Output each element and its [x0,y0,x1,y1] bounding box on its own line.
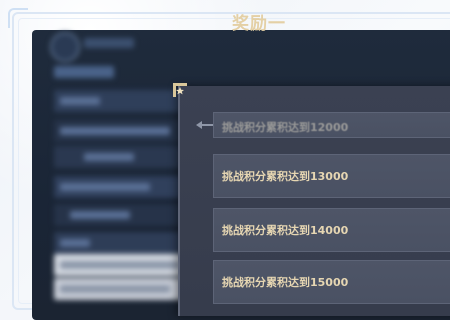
background-list-row [54,232,194,254]
reward-item-label: 挑战积分累积达到12000 [222,121,349,134]
game-emblem-icon [50,32,80,62]
modal-title: 奖励一 [232,14,286,34]
modal-edge [178,86,180,316]
frame-corner-ornament [8,8,28,28]
background-logo-text [84,38,134,48]
background-section-title [54,66,114,78]
background-list-row [54,120,194,142]
reward-item-label: 挑战积分累积达到15000 [222,276,349,289]
reward-item-label: 挑战积分累积达到14000 [222,224,349,237]
background-list-row [54,254,194,276]
reward-item[interactable]: 挑战积分累积达到12000 [213,112,450,138]
background-list-row [54,278,194,300]
background-list-row [54,176,194,198]
reward-item[interactable]: 挑战积分累积达到14000 [213,208,450,252]
background-list-row [54,146,194,168]
star-corner-icon [173,83,187,97]
background-list-row [54,204,194,226]
reward-item[interactable]: 挑战积分累积达到13000 [213,154,450,198]
reward-item-label: 挑战积分累积达到13000 [222,170,349,183]
reward-item[interactable]: 挑战积分累积达到15000 [213,260,450,304]
